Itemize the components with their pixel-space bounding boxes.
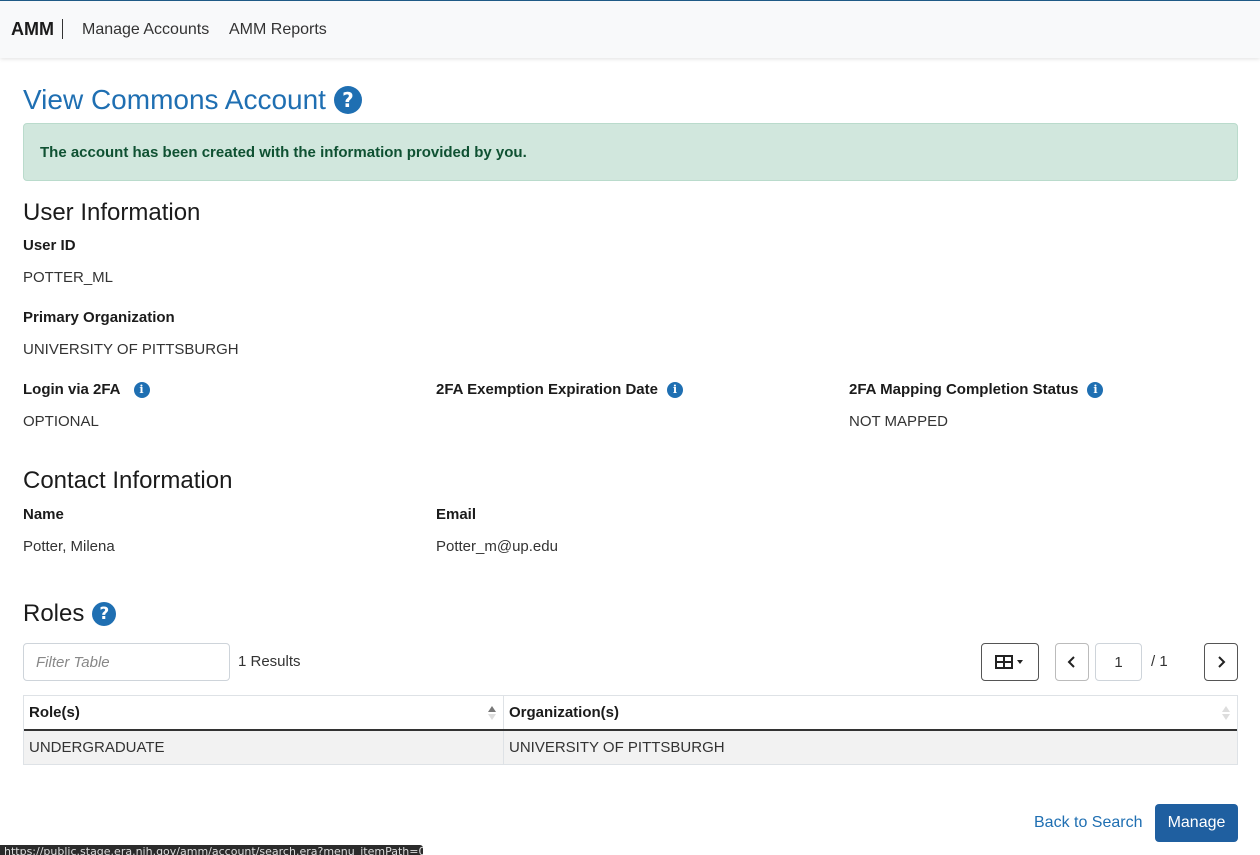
page-total: / 1 <box>1151 653 1168 670</box>
mapping-status-value: NOT MAPPED <box>849 413 948 430</box>
name-value: Potter, Milena <box>23 538 115 555</box>
table-header: Role(s) Organization(s) <box>24 696 1237 731</box>
login-2fa-value: OPTIONAL <box>23 413 99 430</box>
user-info-heading: User Information <box>23 199 201 226</box>
prev-page-button[interactable] <box>1055 643 1089 681</box>
success-alert: The account has been created with the in… <box>23 123 1238 181</box>
chevron-right-icon <box>1218 656 1226 668</box>
info-icon[interactable]: i <box>1087 382 1104 398</box>
brand-logo[interactable]: AMM <box>11 19 63 39</box>
contact-info-heading: Contact Information <box>23 467 233 494</box>
chevron-left-icon <box>1067 656 1075 668</box>
login-2fa-label: Login via 2FA i <box>23 380 150 400</box>
browser-status-bar: https://public.stage.era.nih.gov/amm/acc… <box>0 845 423 855</box>
info-icon[interactable]: i <box>133 382 150 398</box>
help-icon[interactable]: ? <box>92 602 117 626</box>
column-header-organizations[interactable]: Organization(s) <box>503 696 1237 729</box>
table-grid-icon <box>995 655 1023 669</box>
manage-button[interactable]: Manage <box>1155 804 1238 842</box>
column-header-roles[interactable]: Role(s) <box>24 696 503 729</box>
info-icon[interactable]: i <box>667 382 683 398</box>
roles-heading: Roles ? <box>23 600 117 628</box>
mapping-status-label-text: 2FA Mapping Completion Status <box>849 381 1079 398</box>
email-label: Email <box>436 506 477 523</box>
filter-table-input[interactable] <box>23 643 230 681</box>
email-value: Potter_m@up.edu <box>436 538 558 555</box>
roles-heading-text: Roles <box>23 600 85 627</box>
nav-amm-reports[interactable]: AMM Reports <box>229 20 327 40</box>
nav-manage-accounts[interactable]: Manage Accounts <box>82 20 209 40</box>
mapping-status-label: 2FA Mapping Completion Status i <box>849 380 1104 400</box>
roles-table: Role(s) Organization(s) UNDERGRADUATE UN… <box>23 695 1238 765</box>
status-url: https://public.stage.era.nih.gov/amm/acc… <box>4 845 423 855</box>
name-label: Name <box>23 506 64 523</box>
sort-icon <box>1222 706 1230 720</box>
sort-ascending-icon <box>488 706 496 720</box>
exemption-label: 2FA Exemption Expiration Date i <box>436 380 683 400</box>
help-icon[interactable]: ? <box>333 86 362 114</box>
top-navbar: AMM Manage Accounts AMM Reports <box>0 0 1260 58</box>
alert-message: The account has been created with the in… <box>40 144 527 161</box>
page-title: View Commons Account ? <box>23 84 362 116</box>
exemption-label-text: 2FA Exemption Expiration Date <box>436 381 658 398</box>
primary-org-label: Primary Organization <box>23 309 175 326</box>
user-id-label: User ID <box>23 237 76 254</box>
page-number-input[interactable] <box>1095 643 1142 681</box>
table-row: UNDERGRADUATE UNIVERSITY OF PITTSBURGH <box>24 731 1237 764</box>
primary-org-value: UNIVERSITY OF PITTSBURGH <box>23 341 239 358</box>
table-cell: UNIVERSITY OF PITTSBURGH <box>503 731 1237 764</box>
column-toggle-button[interactable] <box>981 643 1039 681</box>
user-id-value: POTTER_ML <box>23 269 114 286</box>
login-2fa-label-text: Login via 2FA <box>23 381 121 398</box>
results-count: 1 Results <box>238 653 301 670</box>
table-cell: UNDERGRADUATE <box>29 739 165 756</box>
back-to-search-link[interactable]: Back to Search <box>1034 814 1143 832</box>
page-title-text: View Commons Account <box>23 84 326 115</box>
column-header-label: Role(s) <box>29 704 80 721</box>
next-page-button[interactable] <box>1204 643 1238 681</box>
column-header-label: Organization(s) <box>509 704 620 721</box>
